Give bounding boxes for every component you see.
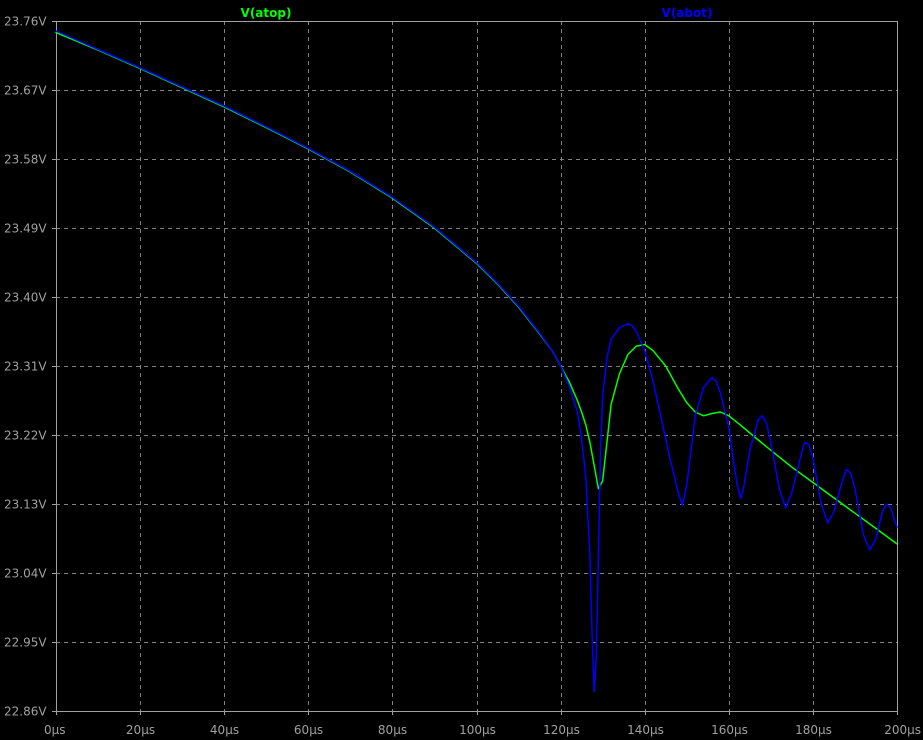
grid [56, 21, 897, 711]
waveform-plot[interactable]: 0µs 20µs 40µs 60µs 80µs 100µs 120µs 140µs 160µs 1… [0, 0, 923, 740]
y-tick-label: 23.49V [4, 222, 47, 236]
x-tick-label: 180µs [795, 723, 832, 737]
legend-entry-abot[interactable]: V(abot) [662, 6, 713, 20]
x-tick-label: 60µs [294, 723, 323, 737]
x-tick-label: 80µs [378, 723, 407, 737]
x-tick-label: 120µs [543, 723, 580, 737]
y-tick-label: 23.67V [4, 84, 47, 98]
x-tick-label: 200µs [884, 723, 921, 737]
y-tick-label: 22.95V [4, 636, 47, 650]
x-tick-label: 20µs [126, 723, 155, 737]
x-tick-label: 40µs [210, 723, 239, 737]
legend-entry-atop[interactable]: V(atop) [241, 6, 292, 20]
series-line-atop[interactable] [55, 31, 898, 545]
axis-labels: 0µs 20µs 40µs 60µs 80µs 100µs 120µs 140µs 160µs 1… [4, 15, 921, 738]
y-tick-label: 23.13V [4, 498, 47, 512]
y-tick-label: 23.58V [4, 153, 47, 167]
y-tick-label: 22.86V [4, 705, 47, 719]
series-layer [55, 30, 898, 693]
x-tick-label: 140µs [627, 723, 664, 737]
x-tick-label: 160µs [711, 723, 748, 737]
y-tick-label: 23.22V [4, 429, 47, 443]
series-line-abot[interactable] [55, 30, 898, 693]
y-tick-label: 23.31V [4, 360, 47, 374]
x-tick-label: 100µs [459, 723, 496, 737]
y-tick-label: 23.04V [4, 567, 47, 581]
x-tick-label: 0µs [44, 723, 66, 737]
y-tick-label: 23.76V [4, 15, 47, 29]
y-tick-label: 23.40V [4, 291, 47, 305]
legend: V(atop) V(abot) [241, 6, 713, 20]
